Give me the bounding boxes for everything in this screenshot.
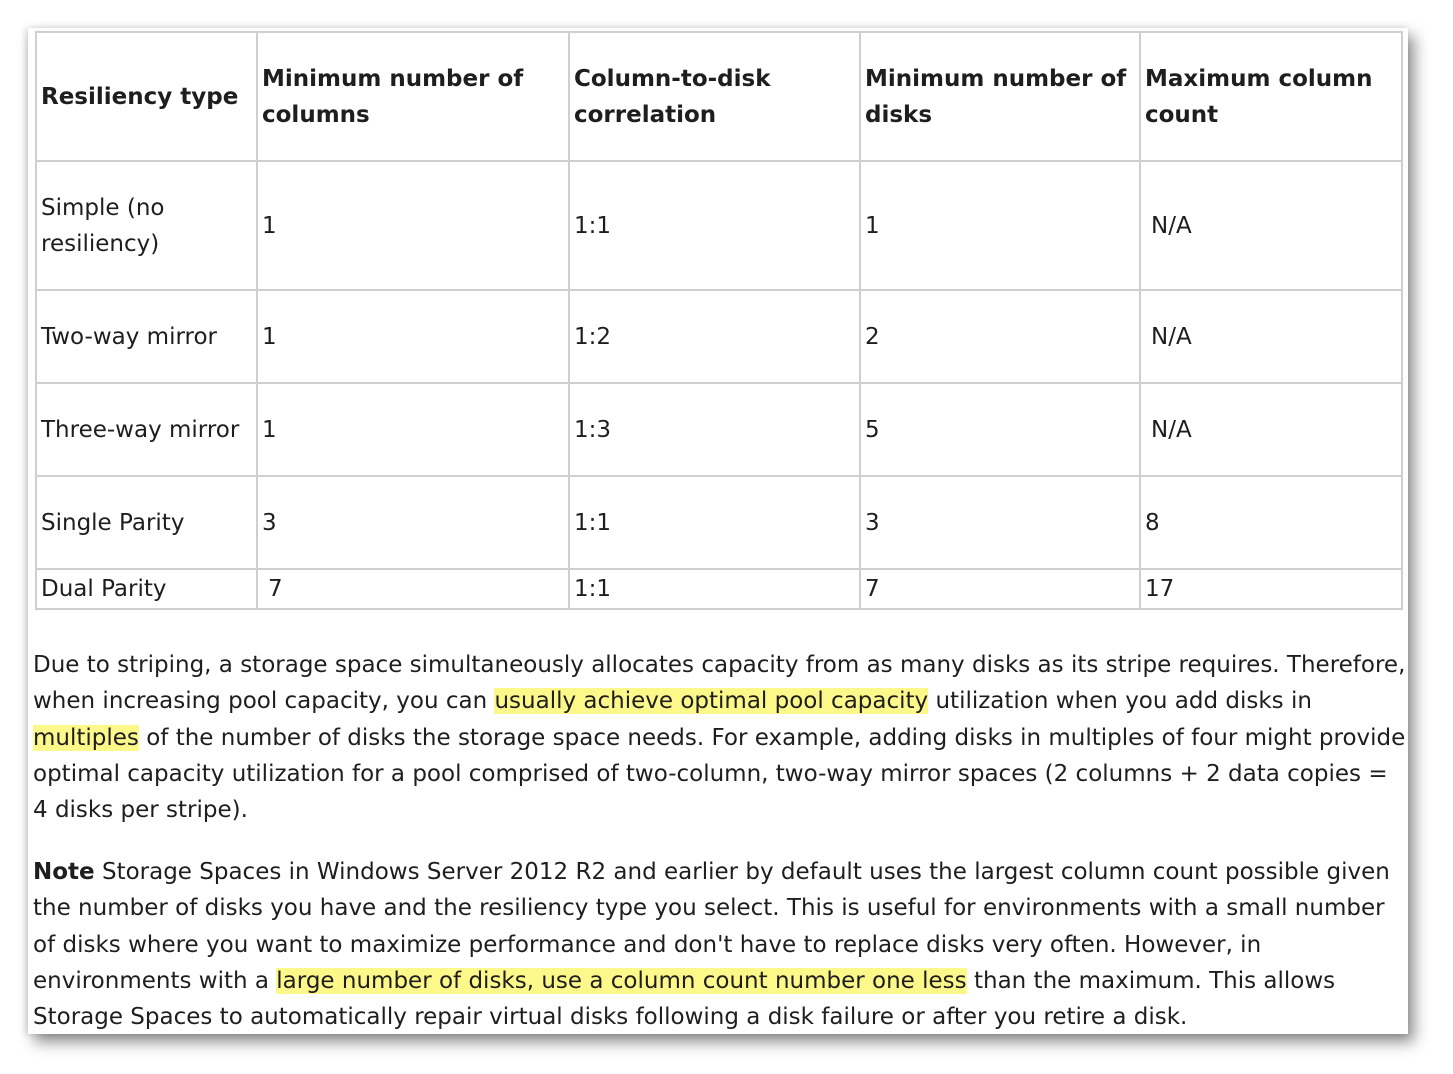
- text: of the number of disks the storage space…: [33, 724, 1406, 824]
- cell: N/A: [1139, 289, 1403, 384]
- cell: Single Parity: [35, 475, 258, 570]
- header-min-disks: Minimum number of disks: [859, 31, 1141, 162]
- note-paragraph: Note Storage Spaces in Windows Server 20…: [33, 854, 1408, 1035]
- cell: Three-way mirror: [35, 382, 258, 477]
- highlighted-text: usually achieve optimal pool capacity: [494, 688, 929, 715]
- resiliency-table: Resiliency type Minimum number of column…: [35, 31, 1403, 610]
- cell: Simple (no resiliency): [35, 160, 258, 291]
- cell: 1: [859, 160, 1141, 291]
- cell: 8: [1139, 475, 1403, 570]
- table-row: Three-way mirror 1 1:3 5 N/A: [35, 382, 1403, 477]
- cell: 3: [859, 475, 1141, 570]
- cell: 1:3: [568, 382, 861, 477]
- table-row: Simple (no resiliency) 1 1:1 1 N/A: [35, 160, 1403, 291]
- cell: 1:2: [568, 289, 861, 384]
- table-header-row: Resiliency type Minimum number of column…: [35, 31, 1403, 162]
- cell: 1:1: [568, 475, 861, 570]
- highlighted-text: multiples: [33, 724, 139, 751]
- cell: 2: [859, 289, 1141, 384]
- table-row: Dual Parity 7 1:1 7 17: [35, 568, 1403, 610]
- text: utilization when you add disks in: [928, 688, 1312, 715]
- document-card: Resiliency type Minimum number of column…: [28, 28, 1408, 1034]
- cell: 1:1: [568, 568, 861, 610]
- cell: 3: [256, 475, 570, 570]
- cell: 17: [1139, 568, 1403, 610]
- cell: 1:1: [568, 160, 861, 291]
- table-row: Two-way mirror 1 1:2 2 N/A: [35, 289, 1403, 384]
- highlighted-text: large number of disks, use a column coun…: [276, 967, 967, 994]
- header-max-column-count: Maximum column count: [1139, 31, 1403, 162]
- cell: N/A: [1139, 382, 1403, 477]
- cell: Two-way mirror: [35, 289, 258, 384]
- cell: 5: [859, 382, 1141, 477]
- cell: 7: [256, 568, 570, 610]
- striping-paragraph: Due to striping, a storage space simulta…: [33, 647, 1408, 828]
- cell: 1: [256, 160, 570, 291]
- cell: 1: [256, 382, 570, 477]
- header-min-columns: Minimum number of columns: [256, 31, 570, 162]
- header-column-to-disk: Column-to-disk correlation: [568, 31, 861, 162]
- header-resiliency-type: Resiliency type: [35, 31, 258, 162]
- cell: 1: [256, 289, 570, 384]
- table-row: Single Parity 3 1:1 3 8: [35, 475, 1403, 570]
- note-label: Note: [33, 859, 95, 885]
- cell: N/A: [1139, 160, 1403, 291]
- cell: Dual Parity: [35, 568, 258, 610]
- cell: 7: [859, 568, 1141, 610]
